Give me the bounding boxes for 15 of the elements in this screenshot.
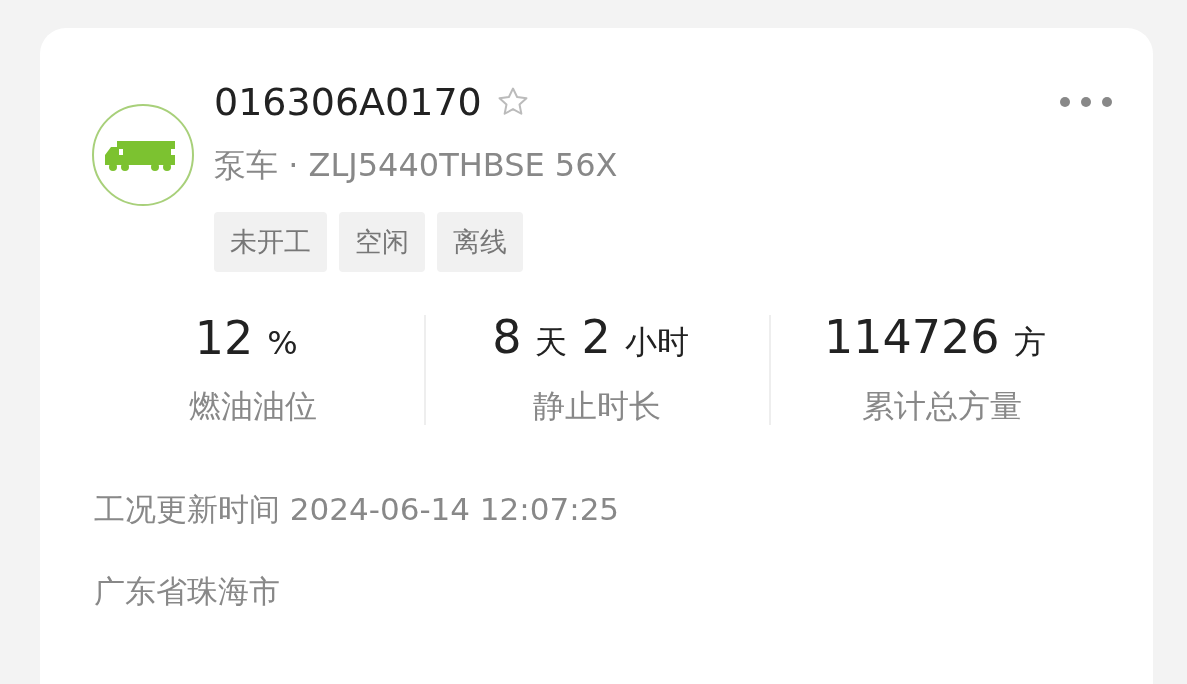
more-icon[interactable]	[1059, 96, 1113, 108]
truck-icon	[92, 104, 194, 206]
stat-label: 燃油油位	[188, 385, 319, 427]
device-id: 016306A0170	[214, 79, 482, 126]
update-time: 工况更新时间 2024-06-14 12:07:25	[94, 490, 621, 529]
status-tag: 未开工	[214, 212, 327, 272]
device-model: 泵车 · ZLJ5440THBSE 56X	[214, 145, 619, 186]
status-tag: 空闲	[339, 212, 425, 272]
stat-value: 8 天 2 小时	[491, 310, 690, 365]
status-tag: 离线	[437, 212, 523, 272]
stat-value: 114726 方	[823, 310, 1047, 365]
stat-label: 累计总方量	[860, 386, 1023, 427]
address: 广东省珠海市	[94, 572, 281, 611]
stat-value: 12 %	[193, 310, 299, 365]
stat-label: 静止时长	[532, 386, 663, 427]
